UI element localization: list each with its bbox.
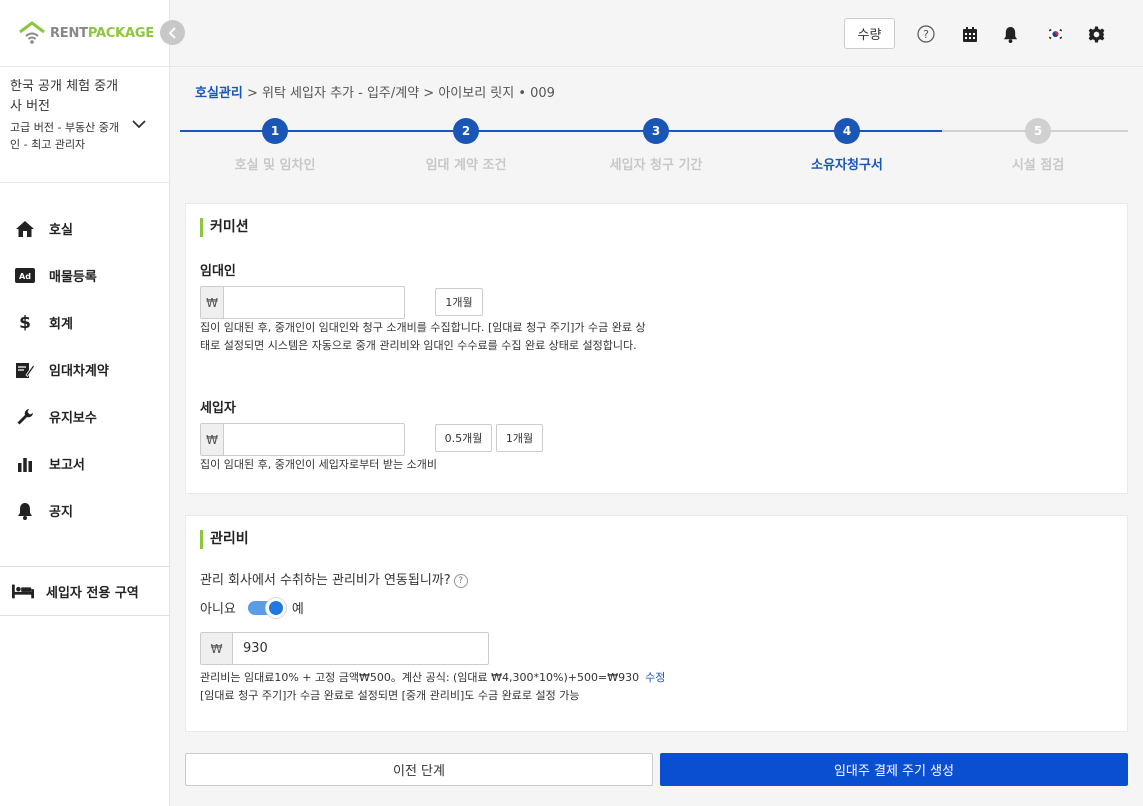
gear-icon[interactable] [1086,24,1106,44]
management-fee-note: [임대료 청구 주기]가 수금 완료로 설정되면 [중개 관리비]도 수금 완료… [200,689,580,702]
breadcrumb-root-link[interactable]: 호실관리 [195,86,243,101]
company-switcher[interactable]: 한국 공개 체험 중개사 버전 고급 버전 - 부동산 중개인 - 최고 관리자 [0,66,170,183]
tenant-area-label: 세입자 전용 구역 [46,585,139,601]
sidebar-item-rooms[interactable]: 호실 [0,205,170,252]
landlord-help-text: 집이 임대된 후, 중개인이 임대인와 청구 소개비를 수집합니다. [임대료 … [200,321,646,352]
wifi-house-logo-icon [18,20,46,46]
sidebar-item-lease[interactable]: 임대차계약 [0,346,170,393]
bell-icon[interactable] [1000,24,1020,44]
bar-chart-icon [14,453,36,475]
sidebar-item-label: 보고서 [49,458,85,473]
svg-text:Ad: Ad [19,272,31,281]
quantity-button[interactable]: 수량 [844,18,895,49]
step-label: 임대 계약 조건 [425,158,507,173]
sidebar-item-accounting[interactable]: $ 회계 [0,299,170,346]
company-name: 한국 공개 체험 중개사 버전 [10,79,119,114]
formula-text: 관리비는 임대료10% + 고정 금액₩500。계산 공식: (임대료 ₩4,3… [200,671,640,684]
top-bar: 수량 ? [170,0,1143,67]
management-fee-formula: 관리비는 임대료10% + 고정 금액₩500。계산 공식: (임대료 ₩4,3… [200,669,900,687]
step-3[interactable]: 3 세입자 청구 기간 [561,118,751,173]
step-label: 소유자청구서 [811,158,883,173]
sidebar-item-label: 회계 [49,317,73,332]
commission-title: 커미션 [200,218,249,237]
step-label: 호실 및 임차인 [234,158,316,173]
bed-icon [12,580,34,602]
sidebar-item-label: 매물등록 [49,270,97,285]
sidebar: RENTPACKAGE 한국 공개 체험 중개사 버전 고급 버전 - 부동산 … [0,0,170,806]
sidebar-nav: 호실 Ad 매물등록 $ 회계 임대차계약 유지보수 보고서 공지 [0,205,170,534]
sidebar-item-label: 공지 [49,505,73,520]
sidebar-item-label: 유지보수 [49,411,97,426]
company-plan: 고급 버전 - 부동산 중개인 - 최고 관리자 [10,121,120,151]
toggle-knob [265,597,286,618]
chevron-left-icon [168,26,176,39]
step-number: 1 [262,118,288,144]
help-icon[interactable]: ? [916,24,936,44]
sidebar-collapse-button[interactable] [160,20,185,45]
management-fee-input[interactable] [233,633,488,664]
stepper: 1 호실 및 임차인 2 임대 계약 조건 3 세입자 청구 기간 4 소유자청… [180,118,1128,178]
won-prefix: ₩ [201,633,233,664]
management-fee-input-group: ₩ [200,632,489,665]
sidebar-item-notice[interactable]: 공지 [0,487,170,534]
korea-flag-icon[interactable] [1045,24,1065,44]
step-number: 5 [1025,118,1051,144]
landlord-commission-input[interactable] [224,287,404,318]
step-2[interactable]: 2 임대 계약 조건 [371,118,561,173]
step-label: 시설 점검 [1011,158,1065,173]
tenant-commission-input-group: ₩ [200,423,405,456]
management-fee-question: 관리 회사에서 수취하는 관리비가 연동됩니까?? [200,571,468,591]
step-number: 2 [453,118,479,144]
step-4[interactable]: 4 소유자청구서 [752,118,942,173]
edit-formula-link[interactable]: 수정 [645,671,665,684]
step-number: 4 [834,118,860,144]
sidebar-item-label: 임대차계약 [49,364,109,379]
previous-step-button[interactable]: 이전 단계 [185,753,653,786]
wrench-icon [14,406,36,428]
management-fee-question-text: 관리 회사에서 수취하는 관리비가 연동됩니까? [200,573,451,588]
won-prefix: ₩ [201,287,224,318]
tenant-1-month-button[interactable]: 1개월 [496,424,543,452]
home-icon [14,218,36,240]
dollar-icon: $ [19,312,31,333]
bell-icon [14,500,36,522]
contract-sign-icon [14,359,36,381]
step-5[interactable]: 5 시설 점검 [943,118,1133,173]
tenant-commission-input[interactable] [224,424,404,455]
calendar-icon[interactable] [960,24,980,44]
sidebar-item-reports[interactable]: 보고서 [0,440,170,487]
step-1[interactable]: 1 호실 및 임차인 [180,118,370,173]
landlord-commission-input-group: ₩ [200,286,405,319]
tenant-label: 세입자 [200,401,236,416]
landlord-label: 임대인 [200,264,236,279]
ad-icon: Ad [14,265,36,287]
logo[interactable]: RENTPACKAGE [18,18,154,48]
management-fee-linked-toggle[interactable] [247,597,286,618]
won-prefix: ₩ [201,424,224,455]
toggle-yes-label: 예 [291,602,304,617]
step-number: 3 [643,118,669,144]
create-landlord-payment-cycle-button[interactable]: 임대주 결제 주기 생성 [660,753,1128,786]
sidebar-item-maintenance[interactable]: 유지보수 [0,393,170,440]
tenant-half-month-button[interactable]: 0.5개월 [435,424,492,452]
breadcrumb-path: > 위탁 세입자 추가 - 입주/계약 > 아이보리 릿지 • 009 [242,86,555,101]
breadcrumb: 호실관리 > 위탁 세입자 추가 - 입주/계약 > 아이보리 릿지 • 009 [195,82,555,101]
commission-card: 커미션 임대인 ₩ 1개월 집이 임대된 후, 중개인이 임대인와 청구 소개비… [185,203,1128,494]
help-icon[interactable]: ? [453,573,468,588]
management-fee-title: 관리비 [200,530,249,549]
step-label: 세입자 청구 기간 [609,158,703,173]
toggle-no-label: 아니요 [200,602,236,617]
management-fee-card: 관리비 관리 회사에서 수취하는 관리비가 연동됩니까?? 아니요 예 ₩ 관리… [185,515,1128,732]
sidebar-item-label: 호실 [49,223,73,238]
tenant-help-text: 집이 임대된 후, 중개인이 세입자로부터 받는 소개비 [200,458,437,471]
logo-text: RENTPACKAGE [50,25,155,41]
landlord-1-month-button[interactable]: 1개월 [435,288,483,316]
sidebar-item-tenant-area[interactable]: 세입자 전용 구역 [0,566,170,616]
sidebar-item-listing[interactable]: Ad 매물등록 [0,252,170,299]
chevron-down-icon[interactable] [132,117,146,133]
svg-text:?: ? [923,28,929,41]
management-fee-toggle-row: 아니요 예 [200,597,304,618]
